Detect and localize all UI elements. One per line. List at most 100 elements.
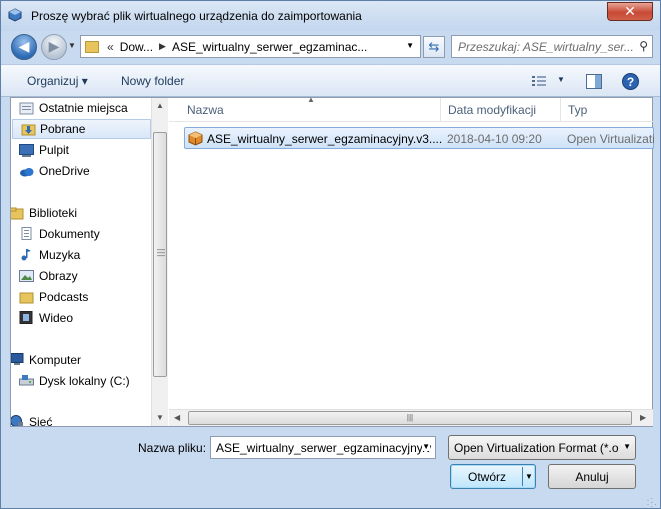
scroll-up-icon[interactable]: ▲ [156,101,164,110]
scroll-right-icon[interactable]: ▶ [640,413,646,422]
title-bar: Proszę wybrać plik wirtualnego urządzeni… [1,1,660,31]
arrow-left-icon: ◀ [18,39,30,55]
nav-pane-scrollbar[interactable]: ▲ — — — ▼ [151,98,168,426]
scroll-down-icon[interactable]: ▼ [156,413,164,422]
browser-area: Ostatnie miejsca Pobrane Pulpit OneDrive… [10,95,655,427]
history-dropdown-icon[interactable]: ▼ [68,41,76,50]
column-header-name[interactable]: Nazwa [187,103,224,117]
new-folder-button[interactable]: Nowy folder [121,74,184,88]
scrollbar-thumb[interactable]: — — — [153,132,167,377]
cancel-button-label: Anuluj [575,469,609,484]
nav-item-label: Muzyka [39,248,81,262]
dialog-footer: Nazwa pliku: ASE_wirtualny_serwer_egzami… [1,428,660,509]
file-row[interactable]: ASE_wirtualny_serwer_egzaminacyjny.v3...… [184,127,655,149]
scroll-left-icon[interactable]: ◀ [174,413,180,422]
filename-input[interactable]: ASE_wirtualny_serwer_egzaminacyjny.v ▼ [210,436,436,459]
close-icon: ✕ [624,3,636,20]
nav-item-label: Ostatnie miejsca [39,101,128,115]
nav-item-label: Pobrane [40,122,86,136]
nav-item-label: Pulpit [39,143,70,157]
nav-item-label: Sieć [29,415,53,426]
nav-item-downloads[interactable]: Pobrane [12,119,151,139]
network-icon [11,415,23,426]
folder-icon [85,40,99,53]
nav-item-computer[interactable]: Komputer [11,350,141,370]
nav-item-network[interactable]: Sieć [11,412,141,426]
search-placeholder: Przeszukaj: ASE_wirtualny_ser... [458,40,634,54]
breadcrumb-item-current[interactable]: ASE_wirtualny_serwer_egzaminac... [172,40,367,54]
podcasts-folder-icon [19,292,34,304]
computer-icon [11,353,24,365]
open-button[interactable]: Otwórz ▼ [450,464,536,489]
nav-item-music[interactable]: Muzyka [21,245,151,265]
view-options-icon[interactable] [531,75,547,87]
sort-ascending-icon: ▲ [307,95,315,104]
breadcrumb-item-downloads[interactable]: Dow... [120,40,153,54]
filter-dropdown-icon: ▼ [621,442,631,451]
column-header-row: ▲ Nazwa Data modyfikacji Typ [169,95,653,122]
nav-item-podcasts[interactable]: Podcasts [19,287,151,307]
command-bar: Organizuj ▾ Nowy folder ▼ ? [1,64,660,97]
nav-item-label: Podcasts [39,290,89,304]
nav-item-label: Dysk lokalny (C:) [39,374,130,388]
music-icon [21,249,31,261]
address-bar[interactable]: « Dow... ▶ ASE_wirtualny_serwer_egzamina… [80,35,421,58]
view-dropdown-icon[interactable]: ▼ [557,75,565,84]
navigation-pane: Ostatnie miejsca Pobrane Pulpit OneDrive… [11,98,151,426]
nav-item-label: OneDrive [39,164,90,178]
back-button[interactable]: ◀ [11,34,37,60]
open-button-label: Otwórz [467,470,506,484]
resize-grip-icon[interactable]: ·: ·:· [647,496,659,509]
file-modified: 2018-04-10 09:20 [447,132,542,146]
nav-item-label: Obrazy [39,269,78,283]
navigation-bar: ◀ ▶ ▼ « Dow... ▶ ASE_wirtualny_serwer_eg… [1,31,660,63]
nav-item-local-disk[interactable]: Dysk lokalny (C:) [19,371,151,391]
breadcrumb-overflow[interactable]: « [107,40,114,54]
local-disk-icon [19,375,34,386]
filename-value: ASE_wirtualny_serwer_egzaminacyjny.v [216,441,432,455]
search-input[interactable]: Przeszukaj: ASE_wirtualny_ser... ⚲ [451,35,653,58]
column-divider[interactable] [440,98,441,122]
file-list-hscrollbar[interactable]: ◀ ||| ▶ [169,409,653,426]
column-header-modified[interactable]: Data modyfikacji [448,103,536,117]
hscrollbar-thumb[interactable]: ||| [188,411,632,425]
virtualbox-icon [8,8,22,22]
pictures-icon [19,270,34,282]
desktop-icon [19,144,34,157]
refresh-icon: ⇆ [428,39,440,54]
filename-dropdown-icon[interactable]: ▼ [422,442,430,451]
ova-package-icon [188,131,203,146]
cancel-button[interactable]: Anuluj [548,464,636,489]
file-open-dialog: Proszę wybrać plik wirtualnego urządzeni… [0,0,661,509]
downloads-folder-icon [21,124,36,136]
nav-item-pictures[interactable]: Obrazy [19,266,151,286]
nav-item-label: Komputer [29,353,82,367]
address-dropdown-icon[interactable]: ▼ [406,41,414,50]
open-options-dropdown-icon[interactable]: ▼ [525,472,533,481]
nav-item-recent-places[interactable]: Ostatnie miejsca [19,98,151,118]
column-header-type[interactable]: Typ [568,103,587,117]
column-divider[interactable] [560,98,561,122]
organize-button[interactable]: Organizuj ▾ [27,74,88,88]
nav-item-label: Wideo [39,311,74,325]
nav-item-documents[interactable]: Dokumenty [21,224,151,244]
file-name: ASE_wirtualny_serwer_egzaminacyjny.v3...… [207,132,443,146]
onedrive-icon [20,168,34,177]
help-icon[interactable]: ? [622,73,639,90]
preview-pane-icon[interactable] [586,74,602,89]
documents-icon [21,227,32,240]
close-button[interactable]: ✕ [607,2,653,21]
videos-icon [19,311,33,324]
breadcrumb-separator-icon[interactable]: ▶ [159,41,166,52]
refresh-button[interactable]: ⇆ [423,36,445,58]
nav-item-libraries[interactable]: Biblioteki [11,203,141,223]
filename-label: Nazwa pliku: [138,441,207,455]
nav-item-label: Biblioteki [29,206,78,220]
search-icon: ⚲ [639,39,648,53]
file-type-filter-select[interactable]: Open Virtualization Format (*.o ▼ [448,435,636,460]
nav-item-desktop[interactable]: Pulpit [19,140,151,160]
nav-item-onedrive[interactable]: OneDrive [20,161,151,181]
arrow-right-icon: ▶ [48,39,60,55]
nav-item-videos[interactable]: Wideo [19,308,151,328]
forward-button[interactable]: ▶ [41,34,67,60]
